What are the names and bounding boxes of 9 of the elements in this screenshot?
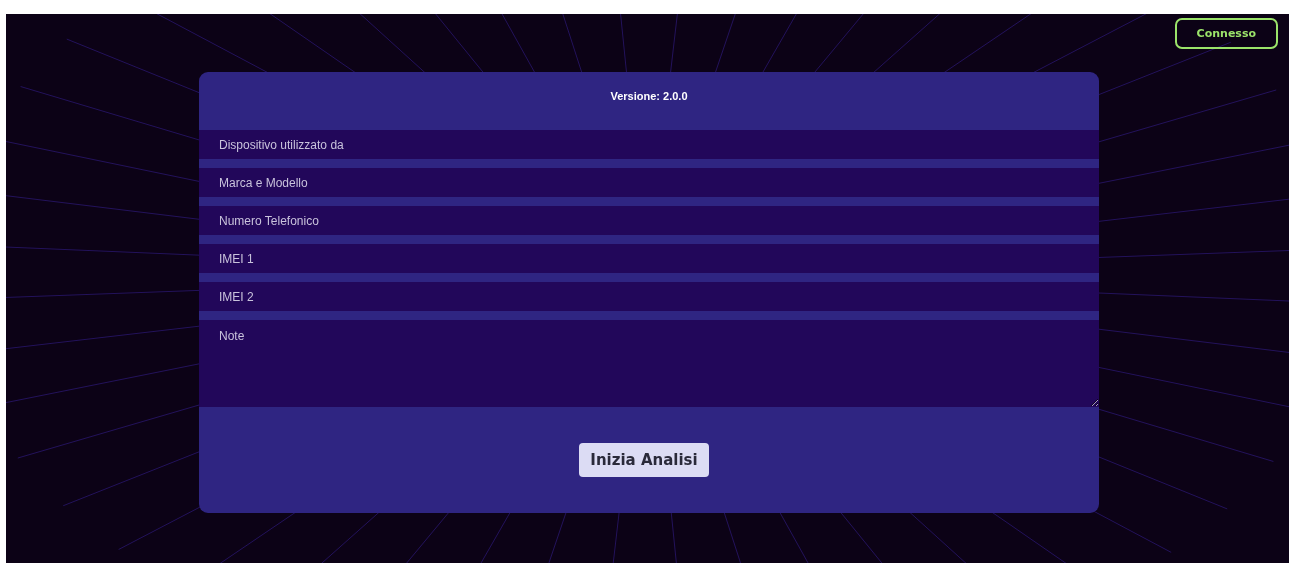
input-field[interactable]: IMEI 1 <box>199 244 1099 273</box>
input-field[interactable]: Dispositivo utilizzato da <box>199 130 1099 159</box>
input-field[interactable]: Marca e Modello <box>199 168 1099 197</box>
input-field[interactable]: IMEI 2 <box>199 282 1099 311</box>
version-label: Versione: 2.0.0 <box>610 90 688 104</box>
notes-field[interactable]: Note <box>199 320 1099 407</box>
start-analysis-button[interactable]: Inizia Analisi <box>579 443 709 477</box>
connected-button[interactable]: Connesso <box>1174 18 1278 49</box>
input-field[interactable]: Numero Telefonico <box>199 206 1099 235</box>
